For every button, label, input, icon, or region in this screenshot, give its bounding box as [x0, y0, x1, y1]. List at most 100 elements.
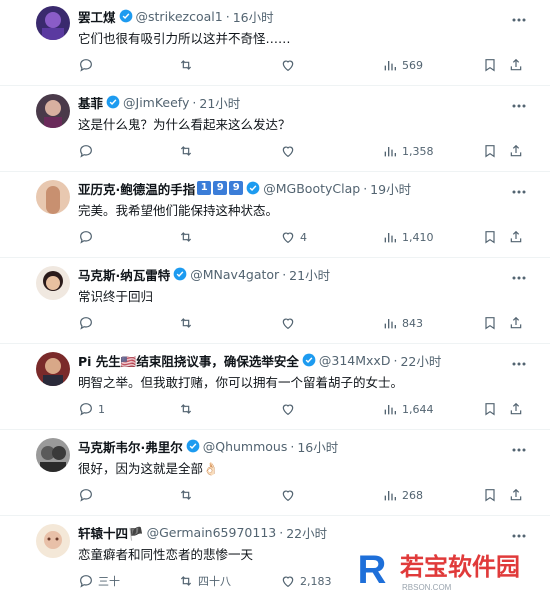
display-name[interactable]: 罢工煤: [78, 7, 116, 26]
bookmark-button[interactable]: [482, 400, 498, 418]
bookmark-button[interactable]: [482, 314, 498, 332]
retweet-icon: [180, 576, 192, 586]
timestamp[interactable]: 22小时: [400, 351, 441, 370]
bookmark-button[interactable]: [482, 228, 498, 246]
retweet-button[interactable]: 四十八: [178, 572, 231, 590]
handle[interactable]: @JimKeefy: [123, 95, 189, 110]
tweet[interactable]: 马克斯·纳瓦雷特 @MNav4gator · 21小时 常识终于回归 843: [0, 258, 550, 344]
like-button[interactable]: [280, 486, 300, 504]
handle[interactable]: @MGBootyClap: [263, 181, 360, 196]
timestamp[interactable]: 16小时: [233, 7, 274, 26]
timestamp[interactable]: 21小时: [289, 265, 330, 284]
tweet[interactable]: 亚历克·鲍德温的手指 1 9 9 @MGBootyClap · 19小时 完美。…: [0, 172, 550, 258]
verified-icon: [106, 95, 120, 109]
reply-button[interactable]: [78, 228, 98, 246]
tweet[interactable]: Pi 先生🇺🇸结束阻挠议事，确保选举安全 @314MxxD · 22小时 明智之…: [0, 344, 550, 430]
separator-dot: ·: [225, 8, 230, 24]
avatar[interactable]: [36, 352, 70, 386]
like-button[interactable]: 2,183: [280, 572, 332, 590]
retweet-button[interactable]: [178, 400, 198, 418]
heart-icon: [282, 576, 294, 588]
retweet-icon: [180, 60, 192, 70]
reply-button[interactable]: [78, 314, 98, 332]
retweet-button[interactable]: [178, 142, 198, 160]
avatar[interactable]: [36, 524, 70, 558]
retweet-button[interactable]: [178, 486, 198, 504]
heart-icon: [282, 60, 294, 72]
analytics-icon: [384, 147, 396, 157]
bookmark-button[interactable]: [482, 486, 498, 504]
more-icon[interactable]: [510, 96, 528, 108]
bookmark-icon: [485, 489, 495, 502]
tweet-header: 亚历克·鲍德温的手指 1 9 9 @MGBootyClap · 19小时: [78, 179, 411, 197]
separator-dot: ·: [393, 352, 398, 368]
more-icon[interactable]: [510, 182, 528, 194]
views-button[interactable]: 569: [382, 56, 423, 74]
reply-button[interactable]: [78, 56, 98, 74]
reply-icon: [80, 231, 92, 244]
display-name[interactable]: 马克斯·纳瓦雷特: [78, 265, 170, 284]
like-button[interactable]: [280, 142, 300, 160]
views-button[interactable]: 268: [382, 486, 423, 504]
share-button[interactable]: [508, 400, 524, 418]
display-name[interactable]: 轩辕十四🏴: [78, 523, 144, 542]
share-button[interactable]: [508, 314, 524, 332]
tweet[interactable]: 基菲 @JimKeefy · 21小时 这是什么鬼？为什么看起来这么发达？ 1,…: [0, 86, 550, 172]
handle[interactable]: @MNav4gator: [190, 267, 279, 282]
bookmark-button[interactable]: [482, 56, 498, 74]
reply-icon: [80, 403, 92, 416]
avatar[interactable]: [36, 6, 70, 40]
reply-button[interactable]: 1: [78, 400, 105, 418]
tweet-header: 马克斯·纳瓦雷特 @MNav4gator · 21小时: [78, 265, 330, 283]
tweet-header: 马克斯韦尔·弗里尔 @Qhummous · 16小时: [78, 437, 338, 455]
reply-button[interactable]: [78, 142, 98, 160]
handle[interactable]: @314MxxD: [319, 353, 391, 368]
avatar[interactable]: [36, 94, 70, 128]
tweet[interactable]: 马克斯韦尔·弗里尔 @Qhummous · 16小时 很好，因为这就是全部👌🏻 …: [0, 430, 550, 516]
timestamp[interactable]: 22小时: [286, 523, 327, 542]
more-icon[interactable]: [510, 10, 528, 22]
like-button[interactable]: [280, 56, 300, 74]
display-name[interactable]: 亚历克·鲍德温的手指: [78, 179, 195, 198]
views-button[interactable]: 843: [382, 314, 423, 332]
bookmark-button[interactable]: [482, 142, 498, 160]
more-icon[interactable]: [510, 268, 528, 280]
share-button[interactable]: [508, 228, 524, 246]
action-bar: 268: [0, 486, 550, 504]
verified-icon: [186, 439, 200, 453]
share-button[interactable]: [508, 56, 524, 74]
display-name[interactable]: 基菲: [78, 93, 103, 112]
retweet-button[interactable]: [178, 228, 198, 246]
views-button[interactable]: 1,410: [382, 228, 434, 246]
avatar[interactable]: [36, 180, 70, 214]
svg-text:RBSON.COM: RBSON.COM: [402, 583, 452, 592]
reply-button[interactable]: [78, 486, 98, 504]
handle[interactable]: @Qhummous: [203, 439, 288, 454]
handle[interactable]: @strikezcoal1: [136, 9, 223, 24]
timestamp[interactable]: 16小时: [297, 437, 338, 456]
like-button[interactable]: [280, 400, 300, 418]
avatar[interactable]: [36, 266, 70, 300]
tweet[interactable]: 罢工煤 @strikezcoal1 · 16小时 它们也很有吸引力所以这并不奇怪…: [0, 0, 550, 86]
retweet-button[interactable]: [178, 314, 198, 332]
more-icon[interactable]: [510, 526, 528, 538]
avatar[interactable]: [36, 438, 70, 472]
timestamp[interactable]: 19小时: [370, 179, 411, 198]
views-button[interactable]: 1,644: [382, 400, 434, 418]
more-icon[interactable]: [510, 440, 528, 452]
retweet-button[interactable]: [178, 56, 198, 74]
svg-text:若宝软件园: 若宝软件园: [399, 553, 520, 581]
analytics-icon: [384, 491, 396, 501]
display-name[interactable]: 马克斯韦尔·弗里尔: [78, 437, 183, 456]
like-button[interactable]: 4: [280, 228, 307, 246]
handle[interactable]: @Germain65970113: [147, 525, 277, 540]
reply-button[interactable]: 三十: [78, 572, 120, 590]
like-button[interactable]: [280, 314, 300, 332]
share-button[interactable]: [508, 142, 524, 160]
heart-icon: [282, 318, 294, 330]
more-icon[interactable]: [510, 354, 528, 366]
display-name[interactable]: Pi 先生🇺🇸结束阻挠议事，确保选举安全: [78, 351, 299, 370]
timestamp[interactable]: 21小时: [199, 93, 240, 112]
views-button[interactable]: 1,358: [382, 142, 434, 160]
share-button[interactable]: [508, 486, 524, 504]
